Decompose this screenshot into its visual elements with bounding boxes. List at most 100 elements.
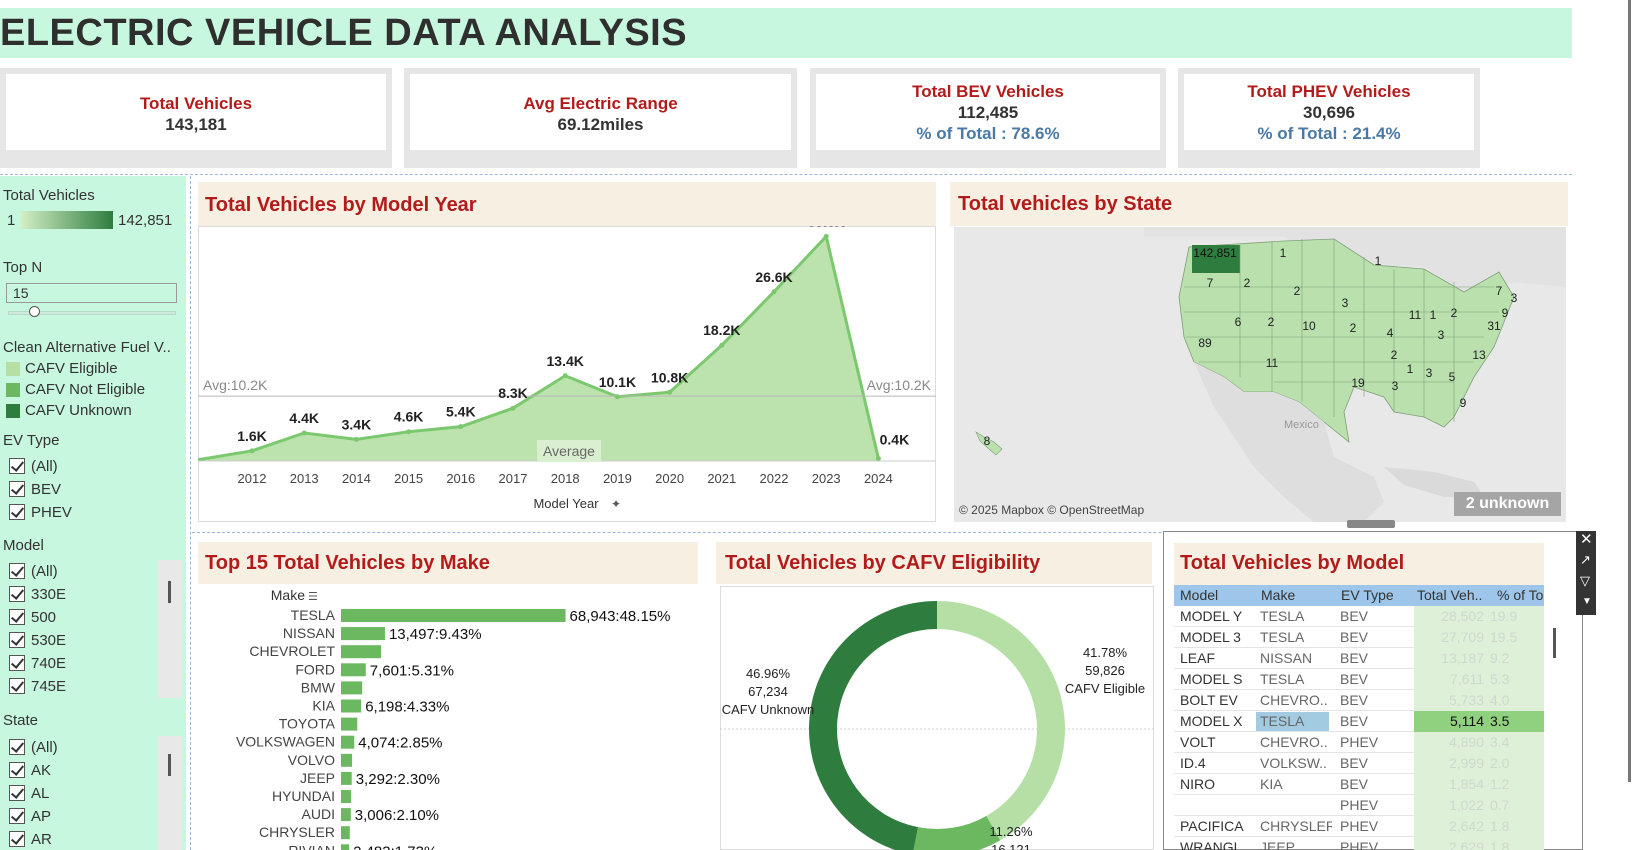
table-row[interactable]: PHEV 1,022 0.7 <box>1174 795 1544 816</box>
model-table-col-make[interactable]: Make <box>1261 587 1295 603</box>
table-cell-type: BEV <box>1340 671 1369 687</box>
table-row[interactable]: MODEL Y TESLA BEV 28,502 19.9 <box>1174 606 1544 627</box>
filter-icon[interactable]: ▽ <box>1580 574 1590 588</box>
ev-type-option-phev[interactable]: PHEV <box>9 501 72 523</box>
state-value-label: 31 <box>1487 319 1501 333</box>
model-table-col-evtype[interactable]: EV Type <box>1341 587 1394 603</box>
cafv-legend-eligible[interactable]: CAFV Eligible <box>6 360 118 377</box>
checkbox-icon[interactable] <box>9 504 25 520</box>
state-option-al[interactable]: AL <box>9 782 49 804</box>
state-map-frame[interactable]: 142,851 1 1 7 2 2 3 7 3 6 2 10 2 4 11 1 2 9 31 3 89 13 11 2 1 3 5 1… <box>954 227 1566 522</box>
year-point <box>719 342 725 348</box>
cafv-chart-title: Total Vehicles by CAFV Eligibility <box>725 552 1041 574</box>
ev-type-option-bev[interactable]: BEV <box>9 478 61 500</box>
checkbox-icon[interactable] <box>9 563 25 579</box>
close-icon[interactable]: ✕ <box>1580 532 1593 548</box>
model-filter-scroll-thumb[interactable] <box>168 581 171 603</box>
checkbox-icon[interactable] <box>9 458 25 474</box>
popout-icon[interactable]: ↗ <box>1580 553 1591 567</box>
checkbox-icon[interactable] <box>9 808 25 824</box>
year-tick-label: 2021 <box>707 471 736 486</box>
kpi-total-value: 143,181 <box>165 115 227 134</box>
state-option-ap[interactable]: AP <box>9 805 51 827</box>
state-value-label: 13 <box>1472 348 1486 362</box>
table-row[interactable]: MODEL S TESLA BEV 7,611 5.3 <box>1174 669 1544 690</box>
model-option-530e[interactable]: 530E <box>9 629 66 651</box>
model-table-col-pct[interactable]: % of To <box>1497 587 1544 603</box>
year-data-label: 18.2K <box>703 322 740 338</box>
year-point <box>875 455 881 461</box>
checkbox-icon[interactable] <box>9 831 25 847</box>
year-point <box>458 424 464 430</box>
state-value-label: 1 <box>1280 246 1287 260</box>
average-label-right: Avg:10.2K <box>867 377 932 393</box>
table-row[interactable]: BOLT EV CHEVRO.. BEV 5,733 4.0 <box>1174 690 1544 711</box>
checkbox-icon[interactable] <box>9 655 25 671</box>
cafv-donut-chart[interactable]: 46.96% 67,234 CAFV Unknown 41.78% 59,826 CAFV… <box>720 586 1154 850</box>
model-table-col-total[interactable]: Total Veh.. <box>1417 587 1482 603</box>
checkbox-icon[interactable] <box>9 739 25 755</box>
model-table-col-model[interactable]: Model <box>1180 587 1218 603</box>
state-option-all[interactable]: (All) <box>9 736 58 758</box>
checkbox-icon[interactable] <box>9 762 25 778</box>
cafv-legend-not-eligible[interactable]: CAFV Not Eligible <box>6 381 145 398</box>
table-row[interactable]: NIRO KIA BEV 1,854 1.2 <box>1174 774 1544 795</box>
checkbox-icon[interactable] <box>9 481 25 497</box>
state-option-ar[interactable]: AR <box>9 828 52 850</box>
state-filter-scroll-thumb[interactable] <box>168 754 171 776</box>
make-category-label: CHRYSLER <box>259 824 335 840</box>
checkbox-icon[interactable] <box>9 785 25 801</box>
state-filter-title: State <box>3 712 39 729</box>
table-cell-total: 1,854 <box>1448 776 1484 792</box>
make-category-label: RIVIAN <box>288 842 335 850</box>
make-category-label: NISSAN <box>283 625 335 641</box>
table-cell-total: 4,890 <box>1448 734 1484 750</box>
make-category-label: AUDI <box>302 806 335 822</box>
model-option-all[interactable]: (All) <box>9 560 58 582</box>
make-bar <box>341 808 351 822</box>
checkbox-icon[interactable] <box>9 678 25 694</box>
more-options-icon[interactable]: ▼ <box>1582 596 1592 608</box>
year-tick-label: 2018 <box>551 471 580 486</box>
table-row[interactable]: MODEL X TESLA BEV 5,114 3.5 <box>1174 711 1544 732</box>
state-value-label: 3 <box>1438 328 1445 342</box>
model-option-330e[interactable]: 330E <box>9 583 66 605</box>
state-value-label: 1 <box>1407 362 1414 376</box>
mexico-label: Mexico <box>1284 419 1319 431</box>
state-value-label: 7 <box>1496 284 1503 298</box>
cafv-legend-unknown[interactable]: CAFV Unknown <box>6 402 132 419</box>
make-bar-chart[interactable]: Make ☰ TESLA 68,943:48.15% NISSAN 13,497:9.43… <box>198 584 698 850</box>
kpi-total-label: Total Vehicles <box>139 94 253 113</box>
model-option-745e[interactable]: 745E <box>9 675 66 697</box>
table-row[interactable]: WRANGL.. JEEP PHEV 2,629 1.8 <box>1174 837 1544 850</box>
ev-type-option-all[interactable]: (All) <box>9 455 58 477</box>
table-row[interactable]: MODEL 3 TESLA BEV 27,709 19.5 <box>1174 627 1544 648</box>
topn-slider-handle[interactable] <box>29 306 40 317</box>
model-year-area-chart[interactable]: Avg:10.2K Avg:10.2K Average 1.6K 2012 4.4K 201… <box>198 226 936 522</box>
topn-input[interactable]: 15 <box>6 283 177 303</box>
year-data-label: 26.6K <box>755 269 792 285</box>
average-label-left: Avg:10.2K <box>203 377 268 393</box>
table-cell-make: TESLA <box>1260 713 1305 729</box>
model-option-740e[interactable]: 740E <box>9 652 66 674</box>
page-scrollbar[interactable] <box>1628 0 1631 782</box>
checkbox-icon[interactable] <box>9 586 25 602</box>
table-row[interactable]: LEAF NISSAN BEV 13,187 9.2 <box>1174 648 1544 669</box>
checkbox-icon[interactable] <box>9 632 25 648</box>
kpi-range-label: Avg Electric Range <box>523 94 678 113</box>
year-tick-label: 2022 <box>760 471 789 486</box>
table-cell-model: MODEL S <box>1180 671 1243 687</box>
resize-handle[interactable] <box>1347 520 1395 528</box>
model-option-500[interactable]: 500 <box>9 606 56 628</box>
make-bar <box>341 627 385 641</box>
kpi-phev-card: Total PHEV Vehicles 30,696 % of Total : … <box>1178 68 1480 168</box>
table-row[interactable]: VOLT CHEVRO.. PHEV 4,890 3.4 <box>1174 732 1544 753</box>
state-map[interactable]: 142,851 117 2237 36 2 10 2 411 1 2 931389131121 3 51… <box>954 227 1566 522</box>
year-data-label: 13.4K <box>547 353 584 369</box>
checkbox-icon[interactable] <box>9 609 25 625</box>
model-table-scrollbar[interactable] <box>1553 628 1556 658</box>
table-row[interactable]: PACIFICA CHRYSLER PHEV 2,642 1.8 <box>1174 816 1544 837</box>
table-row[interactable]: ID.4 VOLKSW.. BEV 2,999 2.0 <box>1174 753 1544 774</box>
unknown-badge[interactable]: 2 unknown <box>1454 492 1561 516</box>
state-option-ak[interactable]: AK <box>9 759 51 781</box>
